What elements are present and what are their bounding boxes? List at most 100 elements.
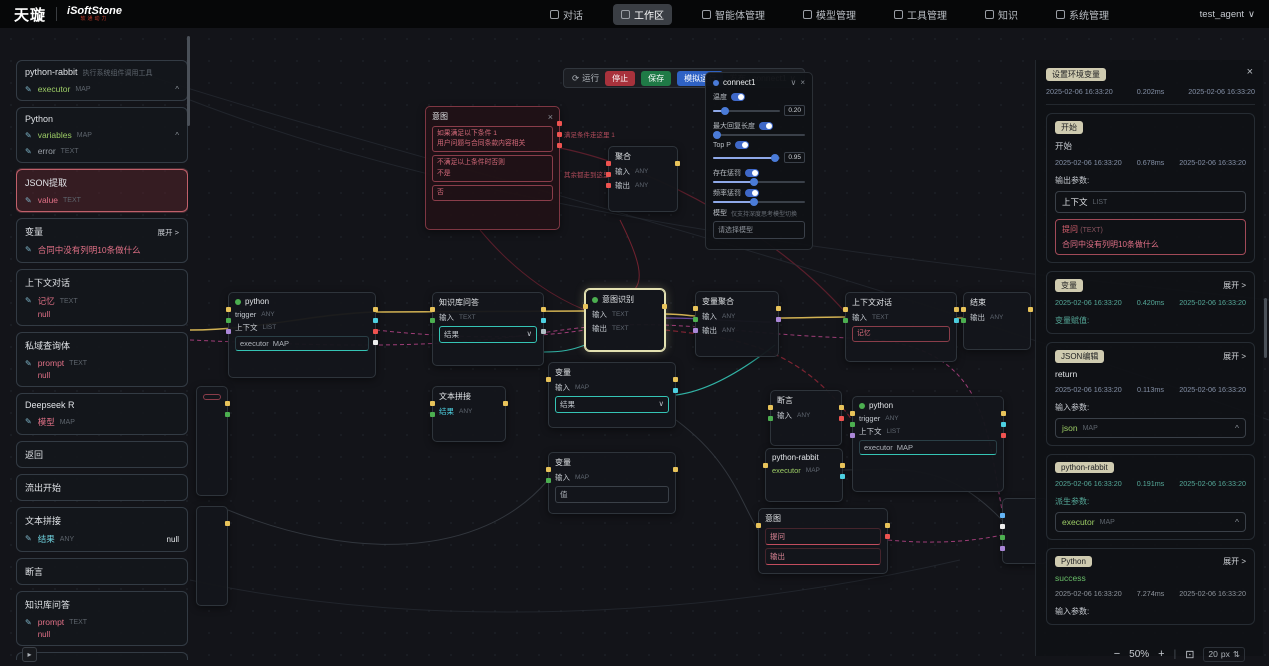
log-entry-设置环境变量[interactable]: 设置环境变量 2025-02-06 16:33:20 0.202ms 2025-… <box>1046 64 1255 105</box>
output-port[interactable] <box>840 474 845 479</box>
output-port[interactable] <box>557 143 562 148</box>
input-port[interactable] <box>226 307 231 312</box>
node-card-断言[interactable]: 断言 <box>16 558 188 585</box>
zoom-in-button[interactable]: + <box>1158 648 1164 660</box>
output-port[interactable] <box>840 463 845 468</box>
output-port[interactable] <box>373 318 378 323</box>
save-button[interactable]: 保存 <box>641 71 671 86</box>
output-port[interactable] <box>673 388 678 393</box>
output-port[interactable] <box>776 306 781 311</box>
input-port[interactable] <box>606 183 611 188</box>
log-entry-Python[interactable]: Python 展开 > success 2025-02-06 16:33:20 … <box>1046 548 1255 625</box>
input-port[interactable] <box>693 328 698 333</box>
input-port[interactable] <box>843 318 848 323</box>
run-button[interactable]: ⟳ 运行 <box>572 72 599 84</box>
slider-knob[interactable] <box>721 107 729 115</box>
output-port[interactable] <box>673 467 678 472</box>
slider-knob[interactable] <box>750 178 758 186</box>
output-port[interactable] <box>885 523 890 528</box>
grid-size-stepper[interactable]: 20 px ⇅ <box>1203 647 1245 662</box>
slider-track[interactable] <box>713 134 805 136</box>
slider-knob[interactable] <box>771 154 779 162</box>
output-field[interactable]: ✎ executor MAP ^ <box>25 84 179 94</box>
output-port[interactable] <box>225 401 230 406</box>
input-port[interactable] <box>961 318 966 323</box>
input-port[interactable] <box>756 523 761 528</box>
nav-item-系统管理[interactable]: 系统管理 <box>1048 4 1117 25</box>
canvas-node-python-rabbit[interactable]: python-rabbit executorMAP <box>765 448 843 502</box>
output-port[interactable] <box>373 329 378 334</box>
canvas-node-agg-small[interactable]: 聚合 输入ANY输出ANY <box>608 146 678 212</box>
output-field[interactable]: ✎ prompt TEXT null <box>25 617 179 639</box>
output-port[interactable] <box>557 121 562 126</box>
input-port[interactable] <box>546 467 551 472</box>
param-field[interactable]: 上下文 LIST <box>1055 191 1246 213</box>
canvas-node-intent-2[interactable]: 意图 提问输出 <box>758 508 888 574</box>
node-card-Deepseek R[interactable]: Deepseek R ✎ 模型 MAP <box>16 393 188 435</box>
output-port[interactable] <box>776 317 781 322</box>
node-card-流出开始[interactable]: 流出开始 <box>16 474 188 501</box>
node-card-Python[interactable]: Python ✎ variables MAP ^ ✎ error <box>16 107 188 163</box>
collapse-icon[interactable]: ∨ <box>790 78 796 87</box>
output-port[interactable] <box>541 307 546 312</box>
input-port[interactable] <box>430 318 435 323</box>
user-menu[interactable]: test_agent ∨ <box>1200 9 1255 20</box>
output-field[interactable]: ✎ 结果 ANY null <box>25 533 179 545</box>
canvas-node-edge-strip-2[interactable] <box>196 506 228 606</box>
canvas-node-kb-qa[interactable]: 知识库问答 输入TEXT结果∨ <box>432 292 544 366</box>
model-select[interactable]: 请选择模型 <box>713 221 805 239</box>
node-card-返回[interactable]: 返回 <box>16 441 188 468</box>
input-port[interactable] <box>583 304 588 309</box>
output-port[interactable] <box>373 340 378 345</box>
expand-link[interactable]: 展开 > <box>1223 351 1246 362</box>
output-port[interactable] <box>373 307 378 312</box>
input-port[interactable] <box>843 307 848 312</box>
node-card-python-rabbit[interactable]: python-rabbit 执行系统组件调用工具 ✎ executor MAP … <box>16 60 188 101</box>
input-port[interactable] <box>768 416 773 421</box>
output-port[interactable] <box>541 318 546 323</box>
param-toggle[interactable] <box>759 122 773 130</box>
canvas-node-intent-sel[interactable]: 意图识别 输入TEXT输出TEXT <box>585 289 665 351</box>
nav-item-工作区[interactable]: 工作区 <box>613 4 672 25</box>
output-field[interactable]: ✎ 合同中没有列明10条做什么 <box>25 244 179 256</box>
output-port[interactable] <box>503 401 508 406</box>
chevron-up-icon[interactable]: ^ <box>1235 423 1239 433</box>
nav-item-知识[interactable]: 知识 <box>977 4 1026 25</box>
input-port[interactable] <box>430 307 435 312</box>
output-field[interactable]: ✎ value TEXT <box>25 195 179 205</box>
canvas-node-ctx-dialog[interactable]: 上下文对话 输入TEXT记忆 <box>845 292 957 362</box>
output-field[interactable]: ✎ 记忆 TEXT null <box>25 295 179 319</box>
sidebar-toggle-button[interactable]: ▸ <box>22 647 37 662</box>
canvas-node-python-2[interactable]: python triggerANY上下文LISTexecutorMAP <box>852 396 1004 492</box>
close-icon[interactable]: × <box>548 112 553 122</box>
input-port[interactable] <box>430 401 435 406</box>
output-field[interactable]: ✎ variables MAP ^ <box>25 130 179 140</box>
slider-knob[interactable] <box>750 198 758 206</box>
param-field[interactable]: json MAP ^ <box>1055 418 1246 438</box>
log-entry-python-rabbit[interactable]: python-rabbit 2025-02-06 16:33:20 0.191m… <box>1046 454 1255 540</box>
chevron-up-icon[interactable]: ^ <box>1235 517 1239 527</box>
canvas-node-var-agg[interactable]: 变量聚合 输入ANY输出ANY <box>695 291 779 357</box>
slider-track[interactable] <box>713 157 780 159</box>
input-port[interactable] <box>1000 546 1005 551</box>
input-port[interactable] <box>850 422 855 427</box>
node-card-知识库问答[interactable]: 知识库问答 ✎ prompt TEXT null <box>16 591 188 646</box>
canvas-node-var-input[interactable]: 变量 输入MAP结果∨ <box>548 362 676 428</box>
output-port[interactable] <box>1001 411 1006 416</box>
canvas-node-python-1[interactable]: python triggerANY上下文LISTexecutorMAP <box>228 292 376 378</box>
log-entry-JSON编辑[interactable]: JSON编辑 展开 > return 2025-02-06 16:33:20 0… <box>1046 342 1255 446</box>
log-entry-开始[interactable]: 开始 开始 2025-02-06 16:33:20 0.678ms 2025-0… <box>1046 113 1255 263</box>
nav-item-模型管理[interactable]: 模型管理 <box>795 4 864 25</box>
node-card-私域查询体[interactable]: 私域查询体 ✎ prompt TEXT null <box>16 332 188 387</box>
canvas-node-assert[interactable]: 断言 输入ANY <box>770 390 842 446</box>
canvas-stage[interactable]: 意图 × 如果满足以下条件 1用户问题与合同条款内容相关不满足以上条件时否则不是… <box>0 28 1269 666</box>
input-port[interactable] <box>430 412 435 417</box>
input-port[interactable] <box>606 161 611 166</box>
output-port[interactable] <box>1001 422 1006 427</box>
output-port[interactable] <box>839 405 844 410</box>
input-port[interactable] <box>850 411 855 416</box>
expand-link[interactable]: 展开 > <box>158 227 179 238</box>
input-port[interactable] <box>606 172 611 177</box>
sidebar-scrollbar[interactable] <box>187 36 190 126</box>
chevron-up-icon[interactable]: ^ <box>175 131 179 140</box>
